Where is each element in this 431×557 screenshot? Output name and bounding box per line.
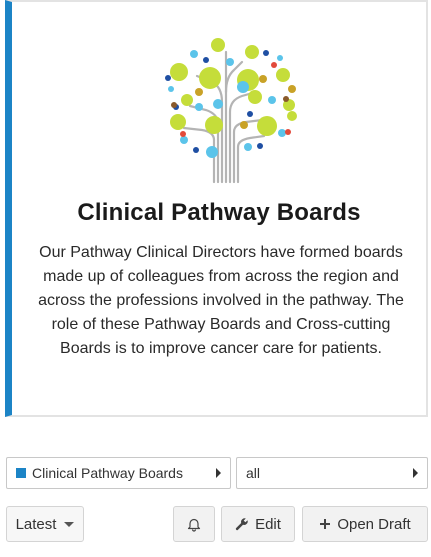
- chevron-right-icon: [216, 468, 221, 478]
- open-draft-button[interactable]: Open Draft: [302, 506, 428, 542]
- edit-button[interactable]: Edit: [221, 506, 295, 542]
- board-selector-label: Clinical Pathway Boards: [32, 465, 183, 481]
- filter-selector[interactable]: all: [236, 457, 428, 489]
- board-selector[interactable]: Clinical Pathway Boards: [6, 457, 231, 489]
- edit-button-label: Edit: [255, 515, 281, 533]
- version-dropdown-label: Latest: [15, 515, 57, 533]
- tree-logo-icon: [165, 38, 297, 184]
- card-title: Clinical Pathway Boards: [77, 199, 361, 226]
- pathway-boards-card: Clinical Pathway Boards Our Pathway Clin…: [5, 0, 428, 417]
- notify-button[interactable]: [173, 506, 215, 542]
- caret-down-icon: [64, 521, 75, 527]
- bell-icon: [187, 518, 201, 532]
- card-description: Our Pathway Clinical Directors have form…: [38, 244, 404, 357]
- wrench-icon: [235, 517, 249, 531]
- filter-selector-label: all: [246, 465, 261, 481]
- open-draft-label: Open Draft: [337, 515, 411, 533]
- plus-icon: [319, 518, 331, 530]
- version-dropdown-button[interactable]: Latest: [6, 506, 84, 542]
- board-color-square: [16, 468, 26, 478]
- chevron-right-icon: [413, 468, 418, 478]
